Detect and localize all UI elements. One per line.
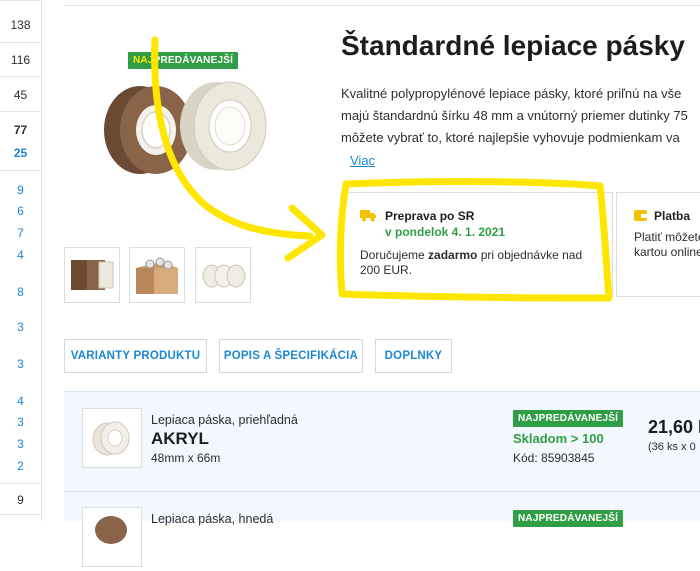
filter-count[interactable]: 3 (0, 437, 41, 451)
filter-count[interactable]: 7 (0, 226, 41, 240)
filter-count[interactable]: 25 (0, 146, 41, 160)
variant-image[interactable] (82, 408, 142, 468)
shipping-title: Preprava po SR (385, 209, 475, 223)
shipping-info-box (343, 192, 613, 297)
tab-accessories[interactable]: DOPLNKY (375, 339, 452, 373)
more-link[interactable]: Viac (350, 153, 375, 168)
row-divider (64, 491, 700, 492)
thumbnail-2[interactable] (129, 247, 185, 303)
product-main-image[interactable] (98, 72, 268, 184)
thumbnail-box-image (136, 257, 178, 294)
description-line: majú štandardnú šírku 48 mm a vnútorný p… (341, 108, 688, 123)
filter-count[interactable]: 8 (0, 285, 41, 299)
thumbnail-1[interactable] (64, 247, 120, 303)
filter-count[interactable]: 4 (0, 248, 41, 262)
bestseller-badge: NAJPREDÁVANEJŠÍ (513, 510, 624, 527)
shipping-date: v pondelok 4. 1. 2021 (385, 225, 506, 239)
filter-count[interactable]: 116 (0, 53, 41, 67)
filter-count[interactable]: 4 (0, 394, 41, 408)
thumbnail-3[interactable] (195, 247, 251, 303)
page-title: Štandardné lepiace pásky (341, 30, 685, 61)
filter-count[interactable]: 2 (0, 459, 41, 473)
filter-count[interactable]: 6 (0, 204, 41, 218)
stock-status: Skladom > 100 (513, 431, 604, 446)
truck-icon (360, 210, 376, 222)
variant-dimensions: 48mm x 66m (151, 451, 221, 465)
payment-title: Platba (654, 209, 691, 223)
clear-tape-image (92, 421, 130, 456)
thumbnail-clear-rolls-image (202, 264, 246, 288)
top-divider (64, 5, 700, 6)
variant-subtitle: Lepiaca páska, priehľadná (151, 413, 298, 427)
variant-image[interactable] (82, 507, 142, 567)
variant-price-detail: (36 ks x 0 (648, 441, 696, 453)
variant-subtitle: Lepiaca páska, hnedá (151, 512, 274, 526)
brown-tape-image (95, 516, 127, 544)
variant-name[interactable]: AKRYL (151, 429, 209, 449)
tab-description[interactable]: POPIS A ŠPECIFIKÁCIA (219, 339, 363, 373)
filter-count[interactable]: 77 (0, 123, 41, 137)
shipping-note: Doručujeme zadarmo pri objednávke nad 20… (360, 248, 583, 277)
filter-count[interactable]: 9 (0, 493, 41, 507)
filter-count[interactable]: 45 (0, 88, 41, 102)
wallet-icon (634, 210, 647, 221)
filter-count[interactable]: 3 (0, 357, 41, 371)
payment-note: Platiť môžete kartou online (634, 230, 700, 259)
description-line: Kvalitné polypropylénové lepiace pásky, … (341, 86, 682, 101)
filter-count[interactable]: 3 (0, 415, 41, 429)
bestseller-badge: NAJPREDÁVANEJŠÍ (513, 410, 624, 427)
filter-count[interactable]: 3 (0, 320, 41, 334)
left-filter-column: 138 116 45 77 25 9 6 7 4 8 3 3 4 3 3 2 9 (0, 0, 42, 521)
bestseller-badge: NAJPREDÁVANEJŠÍ (128, 52, 239, 69)
tab-variants[interactable]: VARIANTY PRODUKTU (64, 339, 207, 373)
filter-count[interactable]: 138 (0, 18, 41, 32)
variant-price: 21,60 E (648, 417, 700, 437)
thumbnail-rolls-image (71, 260, 114, 290)
product-code: Kód: 85903845 (513, 451, 595, 465)
filter-count[interactable]: 9 (0, 183, 41, 197)
description-line: môžete vybrať to, ktoré najlepšie vyhovu… (341, 130, 680, 145)
